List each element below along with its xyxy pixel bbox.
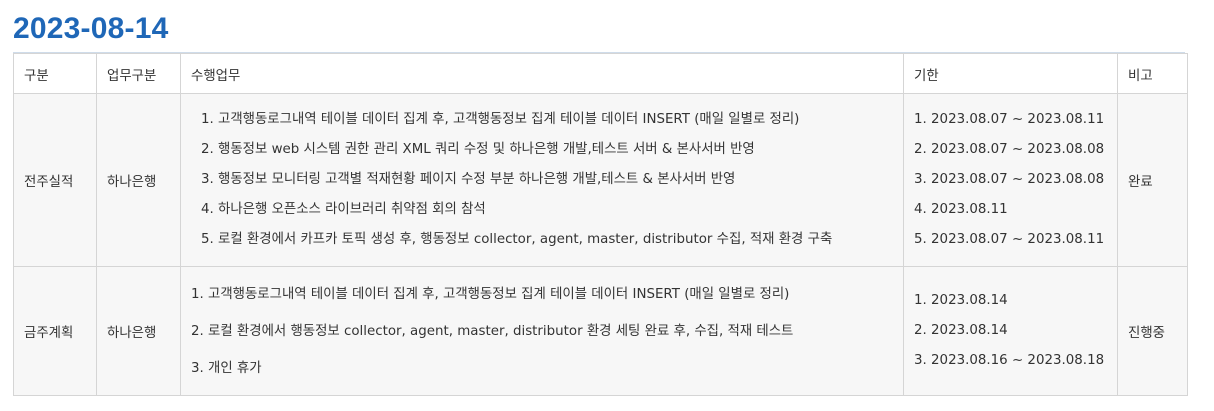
task-item: 4. 하나은행 오픈소스 라이브러리 취약점 회의 참석 [201,202,486,217]
task-item: 3. 행동정보 모니터링 고객별 적재현황 페이지 수정 부분 하나은행 개발,… [201,172,736,187]
deadline-list: 1. 2023.08.07 ~ 2023.08.11 2. 2023.08.07… [914,105,1107,255]
deadline-list: 1. 2023.08.14 2. 2023.08.14 3. 2023.08.1… [914,286,1107,376]
deadline-cell: 1. 2023.08.14 2. 2023.08.14 3. 2023.08.1… [903,266,1118,396]
table-row: 전주실적 하나은행 1. 고객행동로그내역 테이블 데이터 집계 후, 고객행동… [13,93,1188,267]
task-list: 1. 고객행동로그내역 테이블 데이터 집계 후, 고객행동정보 집계 테이블 … [191,105,893,255]
category-cell: 금주계획 [13,266,97,396]
tasks-cell: 1. 고객행동로그내역 테이블 데이터 집계 후, 고객행동정보 집계 테이블 … [180,93,904,267]
work-category-cell: 하나은행 [96,266,181,396]
page-title: 2023-08-14 [13,12,169,45]
deadline-item: 1. 2023.08.07 ~ 2023.08.11 [914,112,1105,127]
deadline-item: 2. 2023.08.07 ~ 2023.08.08 [914,142,1105,157]
deadline-item: 1. 2023.08.14 [914,293,1008,308]
task-list: 1. 고객행동로그내역 테이블 데이터 집계 후, 고객행동정보 집계 테이블 … [191,276,893,387]
header-work-category: 업무구분 [96,53,181,94]
remarks-cell: 진행중 [1117,266,1188,396]
header-deadline: 기한 [903,53,1118,94]
deadline-item: 4. 2023.08.11 [914,202,1008,217]
task-item: 1. 고객행동로그내역 테이블 데이터 집계 후, 고객행동정보 집계 테이블 … [201,112,800,127]
task-item: 2. 로컬 환경에서 행동정보 collector, agent, master… [191,323,794,339]
header-category: 구분 [13,53,97,94]
header-remarks: 비고 [1117,53,1188,94]
table-header-row: 구분 업무구분 수행업무 기한 비고 [13,53,1188,94]
deadline-item: 5. 2023.08.07 ~ 2023.08.11 [914,232,1105,247]
category-cell: 전주실적 [13,93,97,267]
task-item: 5. 로컬 환경에서 카프카 토픽 생성 후, 행동정보 collector, … [201,232,833,247]
deadline-item: 3. 2023.08.16 ~ 2023.08.18 [914,353,1105,368]
deadline-cell: 1. 2023.08.07 ~ 2023.08.11 2. 2023.08.07… [903,93,1118,267]
work-category-cell: 하나은행 [96,93,181,267]
weekly-report-table: 구분 업무구분 수행업무 기한 비고 전주실적 하나은행 1. 고객행동로그내역… [13,53,1188,396]
header-tasks: 수행업무 [180,53,904,94]
remarks-cell: 완료 [1117,93,1188,267]
tasks-cell: 1. 고객행동로그내역 테이블 데이터 집계 후, 고객행동정보 집계 테이블 … [180,266,904,396]
deadline-item: 2. 2023.08.14 [914,323,1008,338]
task-item: 3. 개인 휴가 [191,360,262,376]
deadline-item: 3. 2023.08.07 ~ 2023.08.08 [914,172,1105,187]
task-item: 1. 고객행동로그내역 테이블 데이터 집계 후, 고객행동정보 집계 테이블 … [191,286,790,302]
table-row: 금주계획 하나은행 1. 고객행동로그내역 테이블 데이터 집계 후, 고객행동… [13,266,1188,396]
task-item: 2. 행동정보 web 시스템 권한 관리 XML 쿼리 수정 및 하나은행 개… [201,142,755,157]
